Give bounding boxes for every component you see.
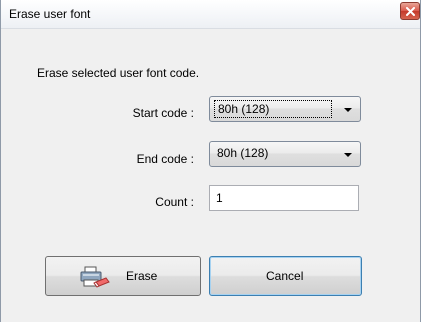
window-title: Erase user font	[9, 7, 91, 21]
title-bar: Erase user font	[1, 0, 420, 29]
end-code-value: 80h (128)	[217, 146, 269, 160]
cancel-button[interactable]: Cancel	[209, 256, 362, 296]
end-code-label: End code :	[136, 152, 194, 166]
chevron-down-icon	[344, 108, 352, 112]
printer-eraser-icon	[80, 266, 110, 288]
close-icon	[406, 7, 415, 16]
start-code-select[interactable]: 80h (128)	[209, 96, 361, 122]
chevron-down-icon	[344, 153, 352, 157]
count-label: Count :	[155, 195, 194, 209]
end-code-select[interactable]: 80h (128)	[209, 141, 361, 167]
count-input[interactable]	[210, 187, 346, 209]
erase-button[interactable]: Erase	[45, 256, 201, 296]
start-code-value: 80h (128)	[214, 100, 332, 118]
start-code-label: Start code :	[132, 106, 194, 120]
dialog-description: Erase selected user font code.	[37, 66, 200, 80]
count-field[interactable]	[209, 185, 359, 211]
cancel-button-label: Cancel	[266, 269, 304, 283]
close-button[interactable]	[400, 2, 420, 20]
erase-button-label: Erase	[126, 269, 158, 283]
erase-user-font-dialog: Erase user font Erase selected user font…	[0, 0, 421, 322]
